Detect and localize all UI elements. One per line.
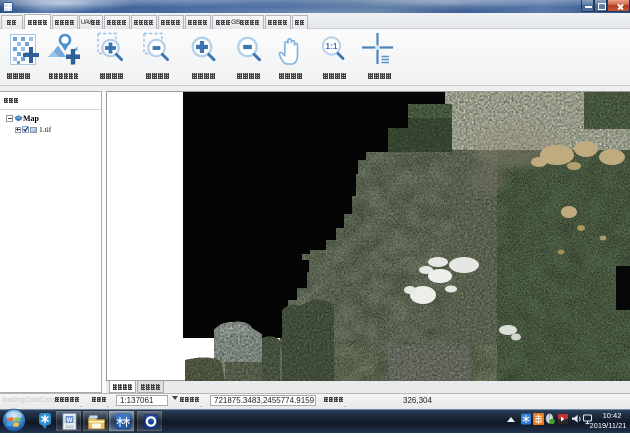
svg-text:W: W (67, 418, 73, 424)
svg-text:1:1: 1:1 (325, 41, 338, 51)
